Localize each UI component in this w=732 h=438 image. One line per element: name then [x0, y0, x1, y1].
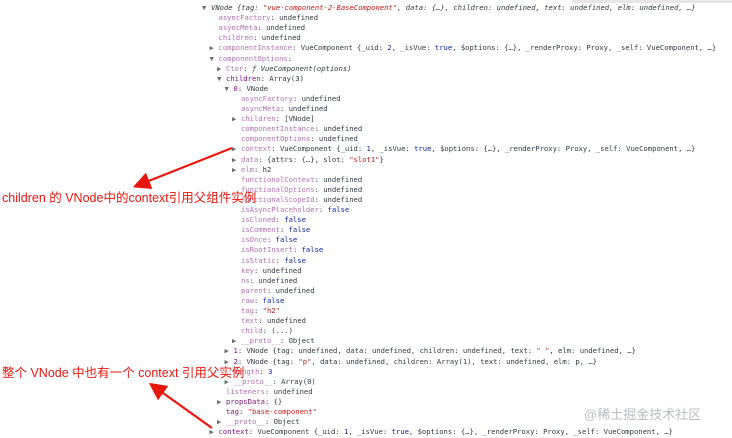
annotation-context-root: 整个 VNode 中也有一个 context 引用父实例	[2, 366, 245, 380]
annotation-arrow-2	[148, 382, 213, 429]
watermark: @稀土掘金技术社区	[584, 407, 702, 422]
annotation-arrow-1	[132, 146, 233, 189]
annotation-context-children: children 的 VNode中的context引用父组件实例	[2, 191, 257, 205]
